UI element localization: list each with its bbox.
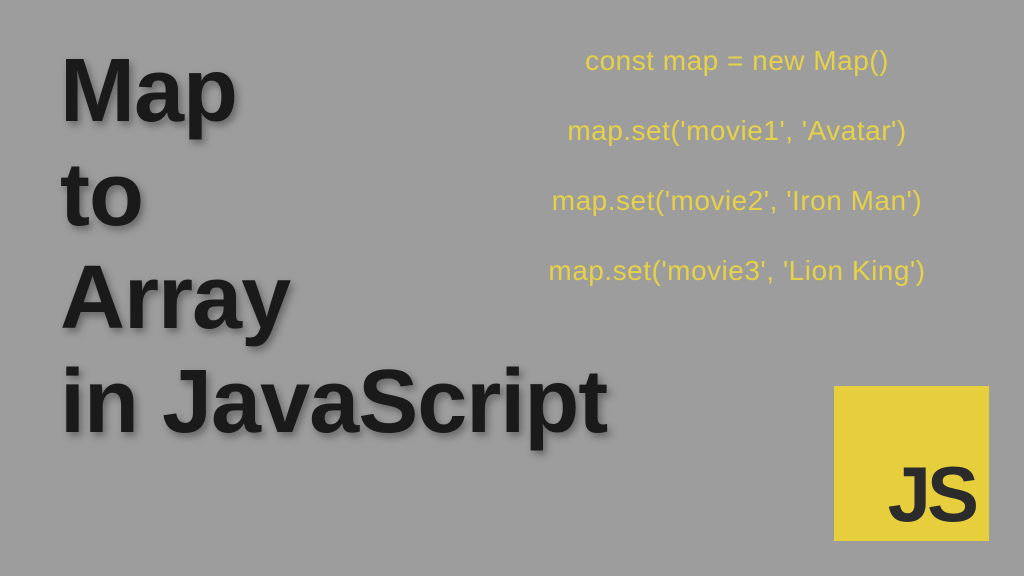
js-logo-text: JS xyxy=(888,455,975,533)
code-line-4: map.set('movie3', 'Lion King') xyxy=(490,255,984,287)
javascript-logo-icon: JS xyxy=(834,386,989,541)
code-snippet: const map = new Map() map.set('movie1', … xyxy=(490,45,984,287)
title-line-4: in JavaScript xyxy=(60,351,607,455)
code-line-2: map.set('movie1', 'Avatar') xyxy=(490,115,984,147)
code-line-1: const map = new Map() xyxy=(490,45,984,77)
code-line-3: map.set('movie2', 'Iron Man') xyxy=(490,185,984,217)
